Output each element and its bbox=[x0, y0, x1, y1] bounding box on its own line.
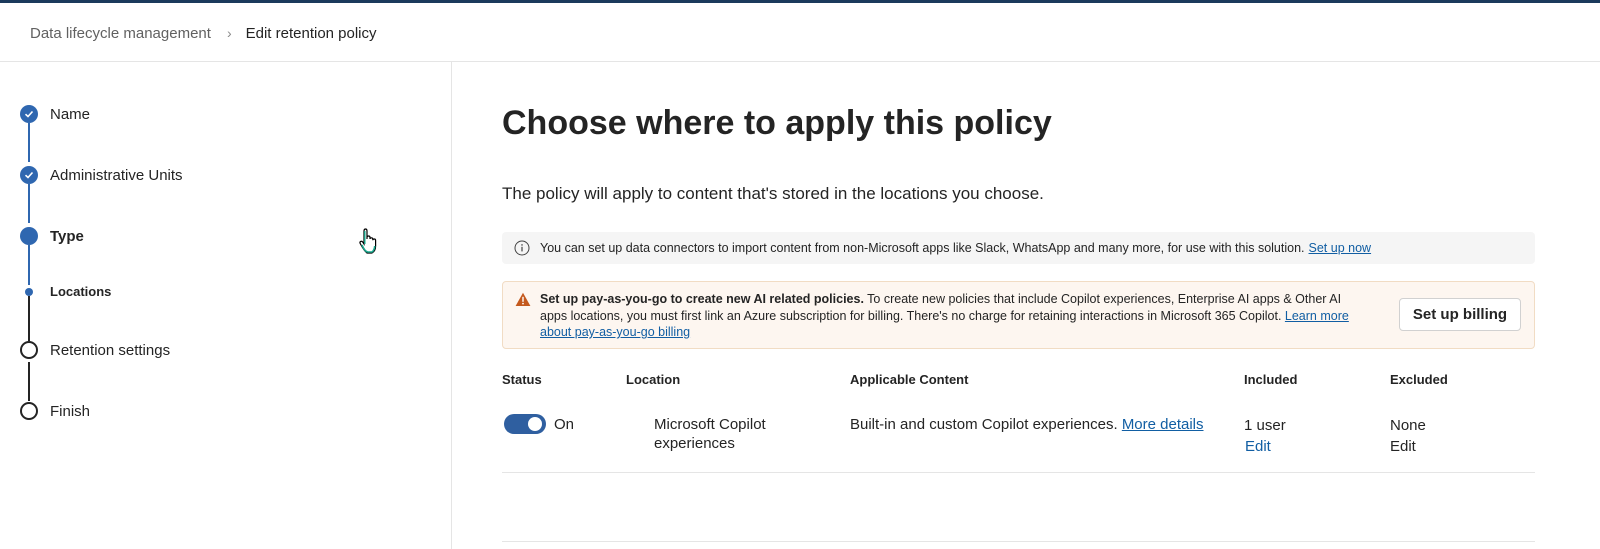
content-text: Built-in and custom Copilot experiences. bbox=[850, 416, 1118, 433]
included-value: 1 user bbox=[1244, 417, 1286, 434]
current-step-icon bbox=[20, 227, 38, 245]
pending-step-icon bbox=[20, 402, 38, 420]
column-header-excluded: Excluded bbox=[1390, 372, 1448, 387]
info-message-bar: You can set up data connectors to import… bbox=[502, 232, 1535, 264]
step-label: Locations bbox=[50, 284, 112, 299]
step-locations[interactable]: Locations bbox=[20, 284, 111, 299]
set-up-billing-button[interactable]: Set up billing bbox=[1399, 298, 1521, 331]
breadcrumb-parent-link[interactable]: Data lifecycle management bbox=[30, 25, 211, 42]
row-divider bbox=[502, 541, 1535, 542]
page-title: Choose where to apply this policy bbox=[502, 104, 1052, 142]
step-label: Name bbox=[50, 105, 91, 123]
step-label: Administrative Units bbox=[50, 166, 183, 184]
status-label: On bbox=[554, 416, 575, 433]
page-subtitle: The policy will apply to content that's … bbox=[502, 184, 1044, 203]
checkmark-icon bbox=[20, 166, 38, 184]
substep-dot-icon bbox=[25, 287, 33, 296]
checkmark-icon bbox=[20, 105, 38, 123]
top-accent-bar bbox=[0, 0, 1600, 3]
status-toggle[interactable] bbox=[504, 414, 546, 434]
set-up-now-link[interactable]: Set up now bbox=[1309, 241, 1372, 255]
warning-title: Set up pay-as-you-go to create new AI re… bbox=[540, 292, 864, 306]
step-connector bbox=[28, 123, 30, 162]
step-connector bbox=[28, 184, 30, 223]
step-administrative-units[interactable]: Administrative Units bbox=[20, 166, 183, 184]
included-edit-link[interactable]: Edit bbox=[1245, 437, 1271, 456]
location-name: Microsoft Copilot experiences bbox=[654, 416, 766, 452]
step-label: Finish bbox=[50, 402, 91, 420]
column-header-location: Location bbox=[626, 372, 681, 387]
breadcrumb: Data lifecycle management › Edit retenti… bbox=[30, 22, 377, 44]
wizard-steps-sidebar: Name Administrative Units Type Locations… bbox=[0, 62, 452, 549]
column-header-content: Applicable Content bbox=[850, 372, 969, 387]
step-type[interactable]: Type bbox=[20, 227, 84, 245]
hand-cursor-icon bbox=[358, 228, 378, 256]
pending-step-icon bbox=[20, 341, 38, 359]
step-name[interactable]: Name bbox=[20, 105, 90, 123]
excluded-value: None bbox=[1390, 417, 1426, 434]
info-text: You can set up data connectors to import… bbox=[540, 241, 1305, 255]
warning-icon bbox=[515, 292, 531, 307]
breadcrumb-current: Edit retention policy bbox=[245, 24, 377, 42]
billing-warning-box: Set up pay-as-you-go to create new AI re… bbox=[502, 281, 1535, 349]
more-details-link[interactable]: More details bbox=[1122, 416, 1204, 433]
applicable-content: Built-in and custom Copilot experiences.… bbox=[850, 415, 1204, 434]
info-icon bbox=[514, 240, 530, 256]
step-connector bbox=[28, 245, 30, 285]
excluded-edit-link[interactable]: Edit bbox=[1390, 437, 1416, 456]
row-divider bbox=[502, 472, 1535, 473]
column-header-status: Status bbox=[502, 372, 542, 387]
column-header-included: Included bbox=[1244, 372, 1298, 387]
toggle-knob bbox=[528, 417, 542, 431]
step-finish[interactable]: Finish bbox=[20, 402, 90, 420]
chevron-right-icon: › bbox=[226, 25, 232, 41]
step-retention-settings[interactable]: Retention settings bbox=[20, 341, 170, 359]
step-connector bbox=[28, 362, 30, 401]
warning-text: Set up pay-as-you-go to create new AI re… bbox=[540, 291, 1370, 341]
step-connector bbox=[28, 296, 30, 341]
step-label: Retention settings bbox=[50, 341, 171, 359]
step-label: Type bbox=[50, 227, 84, 245]
